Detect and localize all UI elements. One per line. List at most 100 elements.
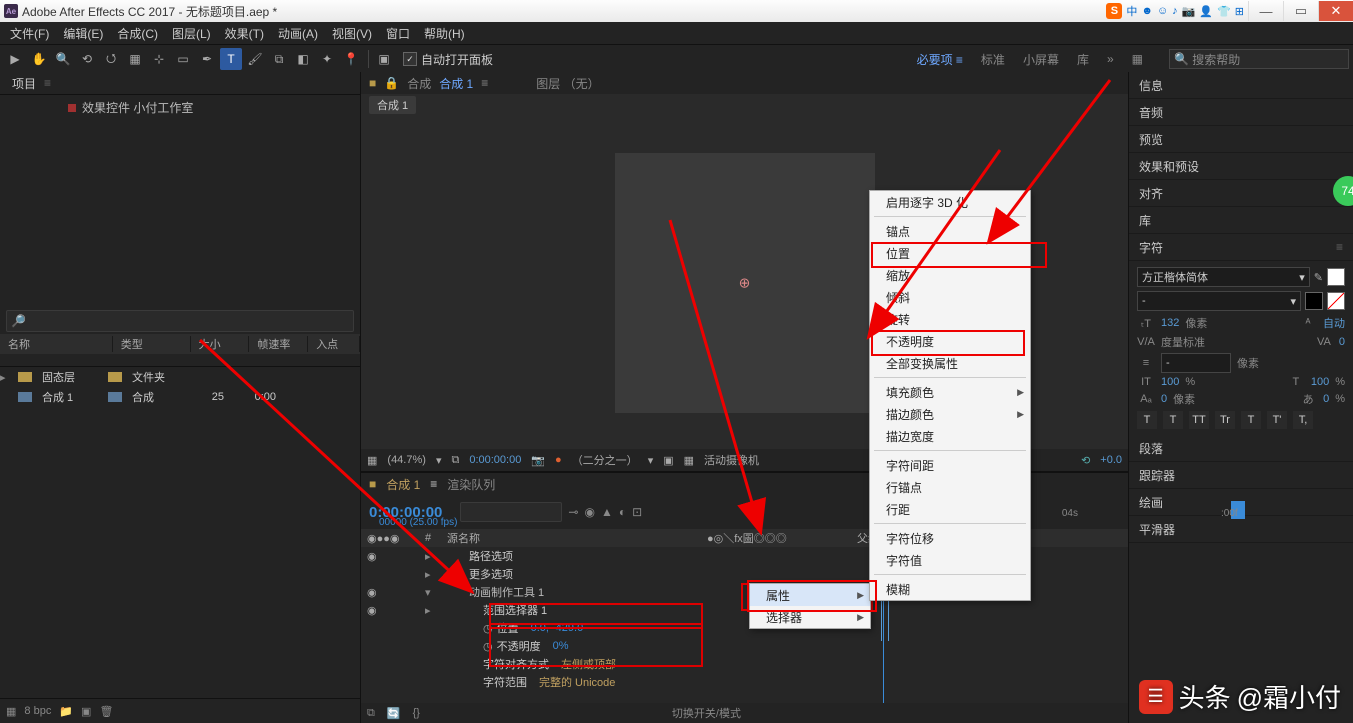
context-menu-properties[interactable]: 启用逐字 3D 化 锚点 位置 缩放 倾斜 旋转 不透明度 全部变换属性 填充颜… (869, 190, 1031, 601)
panel-tracker[interactable]: 跟踪器 (1129, 462, 1353, 489)
view1-icon[interactable]: ▣ (663, 454, 673, 467)
menu-composition[interactable]: 合成(C) (111, 23, 164, 44)
eraser-tool-icon[interactable]: ◧ (292, 48, 314, 70)
ime-toolbar[interactable]: S 中 ☻ ☺ ♪ 📷 👤 👕 ⊞ (1106, 3, 1248, 19)
camera-tool-icon[interactable]: ▦ (124, 48, 146, 70)
tl-foot-icon[interactable]: 🔄 (387, 707, 401, 720)
comp-canvas[interactable]: ⊕ (615, 153, 875, 413)
mi-rotation[interactable]: 旋转 (870, 308, 1030, 330)
toggle-switches-button[interactable]: 切换开关/模式 (672, 705, 741, 721)
mi-stroke-width[interactable]: 描边宽度 (870, 425, 1030, 447)
clone-tool-icon[interactable]: ⧉ (268, 48, 290, 70)
auto-open-panel-checkbox[interactable]: ✓ 自动打开面板 (403, 51, 493, 68)
context-submenu-add[interactable]: 属性 选择器 (749, 583, 871, 629)
tl-icon[interactable]: ◐ (619, 505, 626, 519)
grid-icon[interactable]: ▦ (367, 454, 377, 467)
timecode-display[interactable]: 0:00:00:00 (469, 454, 521, 466)
mi-opacity[interactable]: 不透明度 (870, 330, 1030, 352)
eyedropper-icon[interactable]: ✎ (1314, 271, 1323, 284)
snapshot-icon[interactable]: ▦ (1132, 52, 1143, 66)
panel-menu-icon[interactable]: ≡ (44, 76, 51, 90)
italic-button[interactable]: T (1163, 411, 1183, 429)
mi-char-offset[interactable]: 字符位移 (870, 527, 1030, 549)
mi-enable-3d[interactable]: 启用逐字 3D 化 (870, 191, 1030, 213)
text-tool-icon[interactable]: T (220, 48, 242, 70)
mi-blur[interactable]: 模糊 (870, 578, 1030, 600)
new-comp-icon[interactable]: ▣ (81, 705, 91, 718)
row-path-options[interactable]: 路径选项 (469, 548, 513, 564)
zoom-dropdown[interactable]: (44.7%) (387, 454, 426, 466)
close-button[interactable]: ✕ (1318, 1, 1353, 21)
fill-swatch[interactable] (1327, 268, 1345, 286)
tl-foot-icon[interactable]: ⧉ (367, 707, 375, 720)
workspace-more[interactable]: » (1107, 52, 1114, 66)
maximize-button[interactable]: ▭ (1283, 1, 1318, 21)
tl-foot-icon[interactable]: {} (413, 707, 420, 719)
panel-effects-presets[interactable]: 效果和预设 (1129, 153, 1353, 180)
exposure-value[interactable]: +0.0 (1100, 454, 1122, 466)
exposure-icon[interactable]: ⟲ (1081, 454, 1090, 467)
hscale-input[interactable]: 100 (1311, 376, 1329, 388)
stroke-width-input[interactable]: - (1161, 353, 1231, 373)
workspace-library[interactable]: 库 (1077, 51, 1089, 68)
submenu-selector[interactable]: 选择器 (750, 606, 870, 628)
visibility-icon[interactable]: ◉ (367, 550, 381, 563)
ruler-icon[interactable]: ⧉ (451, 454, 459, 467)
roto-tool-icon[interactable]: ✦ (316, 48, 338, 70)
panel-library[interactable]: 库 (1129, 207, 1353, 234)
font-style-dropdown[interactable]: -▾ (1137, 291, 1301, 311)
tl-icon[interactable]: ⊡ (632, 505, 642, 519)
panel-smoother[interactable]: 平滑器 (1129, 516, 1353, 543)
workspace-essentials[interactable]: 必要项 ≡ (917, 51, 963, 68)
camera-dropdown[interactable]: 活动摄像机 (704, 452, 759, 468)
puppet-tool-icon[interactable]: 📍 (340, 48, 362, 70)
hand-tool-icon[interactable]: ✋ (28, 48, 50, 70)
orbit-tool-icon[interactable]: ⟲ (76, 48, 98, 70)
stroke-swatch[interactable] (1305, 292, 1323, 310)
no-stroke-swatch[interactable] (1327, 292, 1345, 310)
smallcaps-button[interactable]: Tr (1215, 411, 1235, 429)
mi-line-anchor[interactable]: 行锚点 (870, 476, 1030, 498)
panel-character[interactable]: 字符≡ (1129, 234, 1353, 261)
mi-tracking[interactable]: 字符间距 (870, 454, 1030, 476)
resolution-dropdown[interactable]: （二分之一） (572, 452, 638, 468)
pen-tool-icon[interactable]: ✒ (196, 48, 218, 70)
mi-skew[interactable]: 倾斜 (870, 286, 1030, 308)
tl-icon[interactable]: ⊸ (568, 505, 578, 519)
sogou-icon[interactable]: S (1106, 3, 1122, 19)
row-char-range[interactable]: 字符范围 (483, 674, 527, 690)
brush-tool-icon[interactable]: 🖌 (244, 48, 266, 70)
mi-anchor[interactable]: 锚点 (870, 220, 1030, 242)
superscript-button[interactable]: T (1241, 411, 1261, 429)
leading-input[interactable]: 自动 (1323, 315, 1345, 331)
project-row-folder[interactable]: ▸ 固态层 文件夹 (0, 367, 360, 387)
interpret-icon[interactable]: ▦ (6, 705, 16, 718)
menu-view[interactable]: 视图(V) (326, 23, 378, 44)
snapshot-icon[interactable]: 📷 (531, 454, 545, 467)
timeline-search-input[interactable] (460, 502, 562, 522)
tl-icon[interactable]: ▲ (601, 505, 613, 519)
row-range-selector[interactable]: 范围选择器 1 (483, 602, 547, 618)
mi-scale[interactable]: 缩放 (870, 264, 1030, 286)
layer-viewer-label[interactable]: 图层 （无） (536, 75, 599, 92)
anchor-tool-icon[interactable]: ⊹ (148, 48, 170, 70)
mi-fill-color[interactable]: 填充颜色 (870, 381, 1030, 403)
timeline-comp-tab[interactable]: 合成 1 (386, 476, 420, 493)
allcaps-button[interactable]: TT (1189, 411, 1209, 429)
stopwatch-icon[interactable]: ◷ (483, 640, 493, 653)
row-more-options[interactable]: 更多选项 (469, 566, 513, 582)
render-queue-tab[interactable]: 渲染队列 (447, 476, 495, 493)
menu-window[interactable]: 窗口 (380, 23, 416, 44)
bold-button[interactable]: T (1137, 411, 1157, 429)
bpc-button[interactable]: 8 bpc (24, 705, 51, 717)
workspace-standard[interactable]: 标准 (981, 51, 1005, 68)
new-folder-icon[interactable]: 📁 (59, 705, 73, 718)
comp-link[interactable]: 合成 1 (439, 75, 473, 92)
tracking-input[interactable]: 0 (1339, 336, 1345, 348)
menu-edit[interactable]: 编辑(E) (57, 23, 109, 44)
row-opacity[interactable]: 不透明度 (497, 638, 541, 654)
panel-audio[interactable]: 音频 (1129, 99, 1353, 126)
minimize-button[interactable]: — (1248, 1, 1283, 21)
row-position[interactable]: 位置 (497, 620, 519, 636)
project-search-input[interactable]: 🔎 (6, 310, 354, 332)
